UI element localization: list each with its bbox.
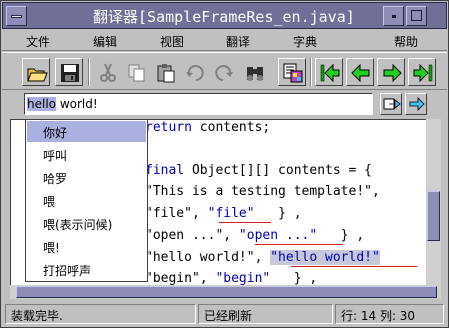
code-line: "open ...", "open ..." } ,	[145, 228, 365, 243]
undo-button[interactable]	[180, 58, 208, 86]
first-button[interactable]	[315, 58, 343, 86]
status-message: 装载完毕.	[5, 304, 196, 324]
suggestion-popup: 你好 呼叫 哈罗 喂 喂(表示问候) 喂! 打招呼声	[25, 119, 148, 282]
menu-bar: 文件 编辑 视图 翻译 字典 帮助	[2, 30, 447, 51]
suggestion-item[interactable]: 喂!	[27, 236, 146, 257]
save-disk-icon	[61, 64, 79, 82]
code-line: return contents;	[145, 120, 271, 135]
forward-button[interactable]	[405, 93, 427, 115]
toolbar-separator	[88, 58, 90, 86]
suggestion-item[interactable]: 喂(表示问候)	[27, 213, 146, 234]
save-button[interactable]	[55, 58, 83, 86]
suggestion-item[interactable]: 喂	[27, 190, 146, 211]
menu-translate[interactable]: 翻译	[226, 33, 250, 50]
last-button[interactable]	[408, 58, 436, 86]
status-bar: 装载完毕. 已经刷新 行: 14 列: 30	[2, 302, 447, 326]
vertical-scrollbar[interactable]	[426, 119, 441, 285]
copy-icon	[128, 64, 145, 82]
input-text: world!	[56, 97, 98, 111]
redo-button[interactable]	[209, 58, 237, 86]
next-button[interactable]	[377, 58, 405, 86]
window-title: 翻译器[SampleFrameRes_en.java]	[93, 8, 355, 26]
code-line: "file", "file" } ,	[145, 206, 302, 221]
minimize-button[interactable]	[383, 6, 404, 26]
last-icon	[413, 63, 433, 83]
spell-underline	[219, 222, 271, 223]
suggestion-item[interactable]: 打招呼声	[27, 259, 146, 280]
horizontal-scrollbar[interactable]	[10, 285, 441, 299]
arrow-right-icon	[409, 97, 425, 111]
spell-underline	[291, 266, 417, 267]
open-folder-icon	[27, 68, 48, 82]
window-menu-button[interactable]	[6, 6, 27, 26]
status-cursor-position: 行: 14 列: 30	[335, 304, 444, 324]
translate-icon	[283, 63, 303, 83]
spell-underline	[255, 244, 343, 245]
undo-icon	[186, 65, 204, 81]
find-binoculars-icon	[247, 67, 263, 81]
status-refresh: 已经刷新	[198, 304, 333, 324]
cut-scissors-icon	[100, 63, 116, 82]
open-button[interactable]	[22, 58, 50, 86]
vertical-scroll-thumb[interactable]	[427, 191, 440, 241]
maximize-button[interactable]	[406, 6, 427, 26]
paste-button[interactable]	[151, 58, 179, 86]
paste-clipboard-icon	[157, 64, 175, 83]
redo-icon	[215, 65, 233, 81]
app-window: 翻译器[SampleFrameRes_en.java] 文件 编辑 视图 翻译 …	[0, 0, 449, 328]
suggestion-item[interactable]: 你好	[27, 121, 146, 142]
menu-edit[interactable]: 编辑	[93, 33, 117, 50]
suggestion-item[interactable]: 哈罗	[27, 167, 146, 188]
code-line: final Object[][] contents = {	[145, 163, 372, 178]
menu-file[interactable]: 文件	[26, 33, 50, 50]
toolbar	[2, 52, 447, 90]
cut-button[interactable]	[93, 58, 121, 86]
source-text-input[interactable]: hello world!	[24, 93, 373, 115]
menu-dictionary[interactable]: 字典	[293, 33, 317, 50]
replace-button[interactable]	[380, 93, 402, 115]
previous-icon	[351, 63, 370, 83]
menu-view[interactable]: 视图	[160, 33, 184, 50]
search-row: hello world!	[2, 91, 447, 117]
previous-button[interactable]	[346, 58, 374, 86]
copy-button[interactable]	[122, 58, 150, 86]
toolbar-separator	[310, 58, 312, 86]
input-selection: hello	[27, 97, 56, 111]
find-button[interactable]	[240, 58, 268, 86]
title-bar[interactable]: 翻译器[SampleFrameRes_en.java]	[2, 2, 447, 29]
code-line: "hello world!", "hello world!"	[145, 250, 380, 265]
first-icon	[320, 63, 340, 83]
replace-icon	[383, 98, 401, 110]
suggestion-item[interactable]: 呼叫	[27, 144, 146, 165]
translate-button[interactable]	[278, 58, 306, 86]
code-line: "begin", "begin" } ,	[145, 271, 318, 285]
menu-help[interactable]: 帮助	[394, 33, 418, 50]
horizontal-scroll-thumb[interactable]	[16, 286, 437, 298]
next-icon	[383, 63, 402, 83]
code-line: "This is a testing template!",	[145, 184, 380, 199]
